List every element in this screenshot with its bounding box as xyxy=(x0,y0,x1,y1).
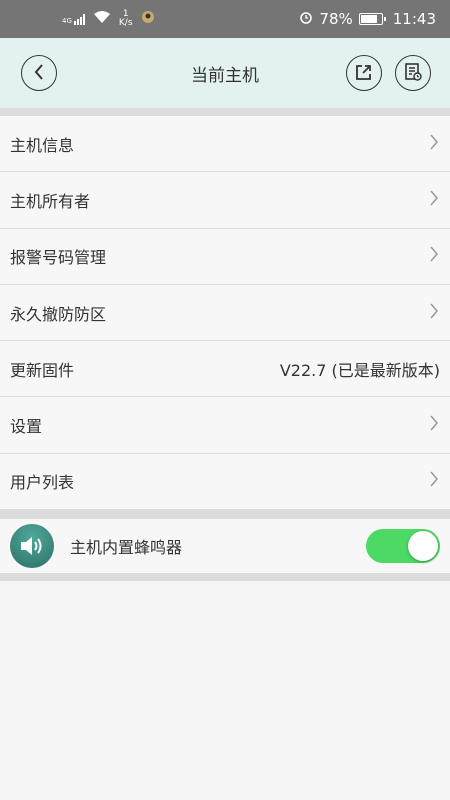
divider xyxy=(0,108,450,116)
chevron-right-icon xyxy=(428,302,440,324)
menu-item-update-firmware[interactable]: 更新固件 V22.7 (已是最新版本) xyxy=(0,341,450,398)
menu-item-label: 设置 xyxy=(10,417,43,437)
menu-item-host-owner[interactable]: 主机所有者 xyxy=(0,172,450,229)
chevron-right-icon xyxy=(428,414,440,436)
share-button[interactable] xyxy=(346,55,382,91)
menu-item-label: 更新固件 xyxy=(10,360,75,380)
divider xyxy=(0,573,450,581)
chevron-right-icon xyxy=(428,189,440,211)
clock: 11:43 xyxy=(392,10,436,28)
chevron-right-icon xyxy=(428,245,440,267)
network-type: 4G xyxy=(62,17,72,25)
menu-item-label: 用户列表 xyxy=(10,473,75,493)
battery-icon xyxy=(358,13,386,25)
buzzer-label: 主机内置蜂鸣器 xyxy=(70,538,183,557)
settings-menu: 主机信息 主机所有者 报警号码管理 永久撤防防区 更新固件 V22.7 (已是最… xyxy=(0,116,450,511)
firmware-version: V22.7 (已是最新版本) xyxy=(279,360,440,380)
alarm-clock-icon xyxy=(299,10,313,28)
share-icon xyxy=(354,62,374,85)
menu-item-label: 主机所有者 xyxy=(10,191,91,211)
menu-item-user-list[interactable]: 用户列表 xyxy=(0,454,450,511)
buzzer-setting-row: 主机内置蜂鸣器 xyxy=(0,519,450,573)
cellular-signal-icon: 4G xyxy=(62,13,85,25)
battery-percent: 78% xyxy=(319,10,353,28)
page-title: 当前主机 xyxy=(191,65,259,86)
wifi-icon xyxy=(93,10,111,28)
menu-item-permanent-disarm-zones[interactable]: 永久撤防防区 xyxy=(0,285,450,342)
chevron-left-icon xyxy=(33,63,45,84)
speaker-icon xyxy=(10,524,54,568)
network-speed: 1 K/s xyxy=(118,9,133,28)
menu-item-settings[interactable]: 设置 xyxy=(0,397,450,454)
back-button[interactable] xyxy=(21,55,57,91)
header: 当前主机 xyxy=(0,38,450,108)
menu-item-label: 报警号码管理 xyxy=(10,248,107,268)
status-bar: 4G 1 K/s 78% 11:43 xyxy=(0,0,450,38)
chevron-right-icon xyxy=(428,470,440,492)
menu-item-alarm-numbers[interactable]: 报警号码管理 xyxy=(0,229,450,285)
toggle-knob xyxy=(408,531,438,561)
menu-item-label: 永久撤防防区 xyxy=(10,304,107,324)
history-log-button[interactable] xyxy=(395,55,431,91)
buzzer-toggle[interactable] xyxy=(366,529,440,563)
notification-app-icon xyxy=(141,10,155,28)
menu-item-label: 主机信息 xyxy=(10,135,75,155)
chevron-right-icon xyxy=(428,133,440,155)
history-log-icon xyxy=(403,62,423,85)
empty-area xyxy=(0,581,450,800)
menu-item-host-info[interactable]: 主机信息 xyxy=(0,116,450,173)
divider xyxy=(0,509,450,519)
